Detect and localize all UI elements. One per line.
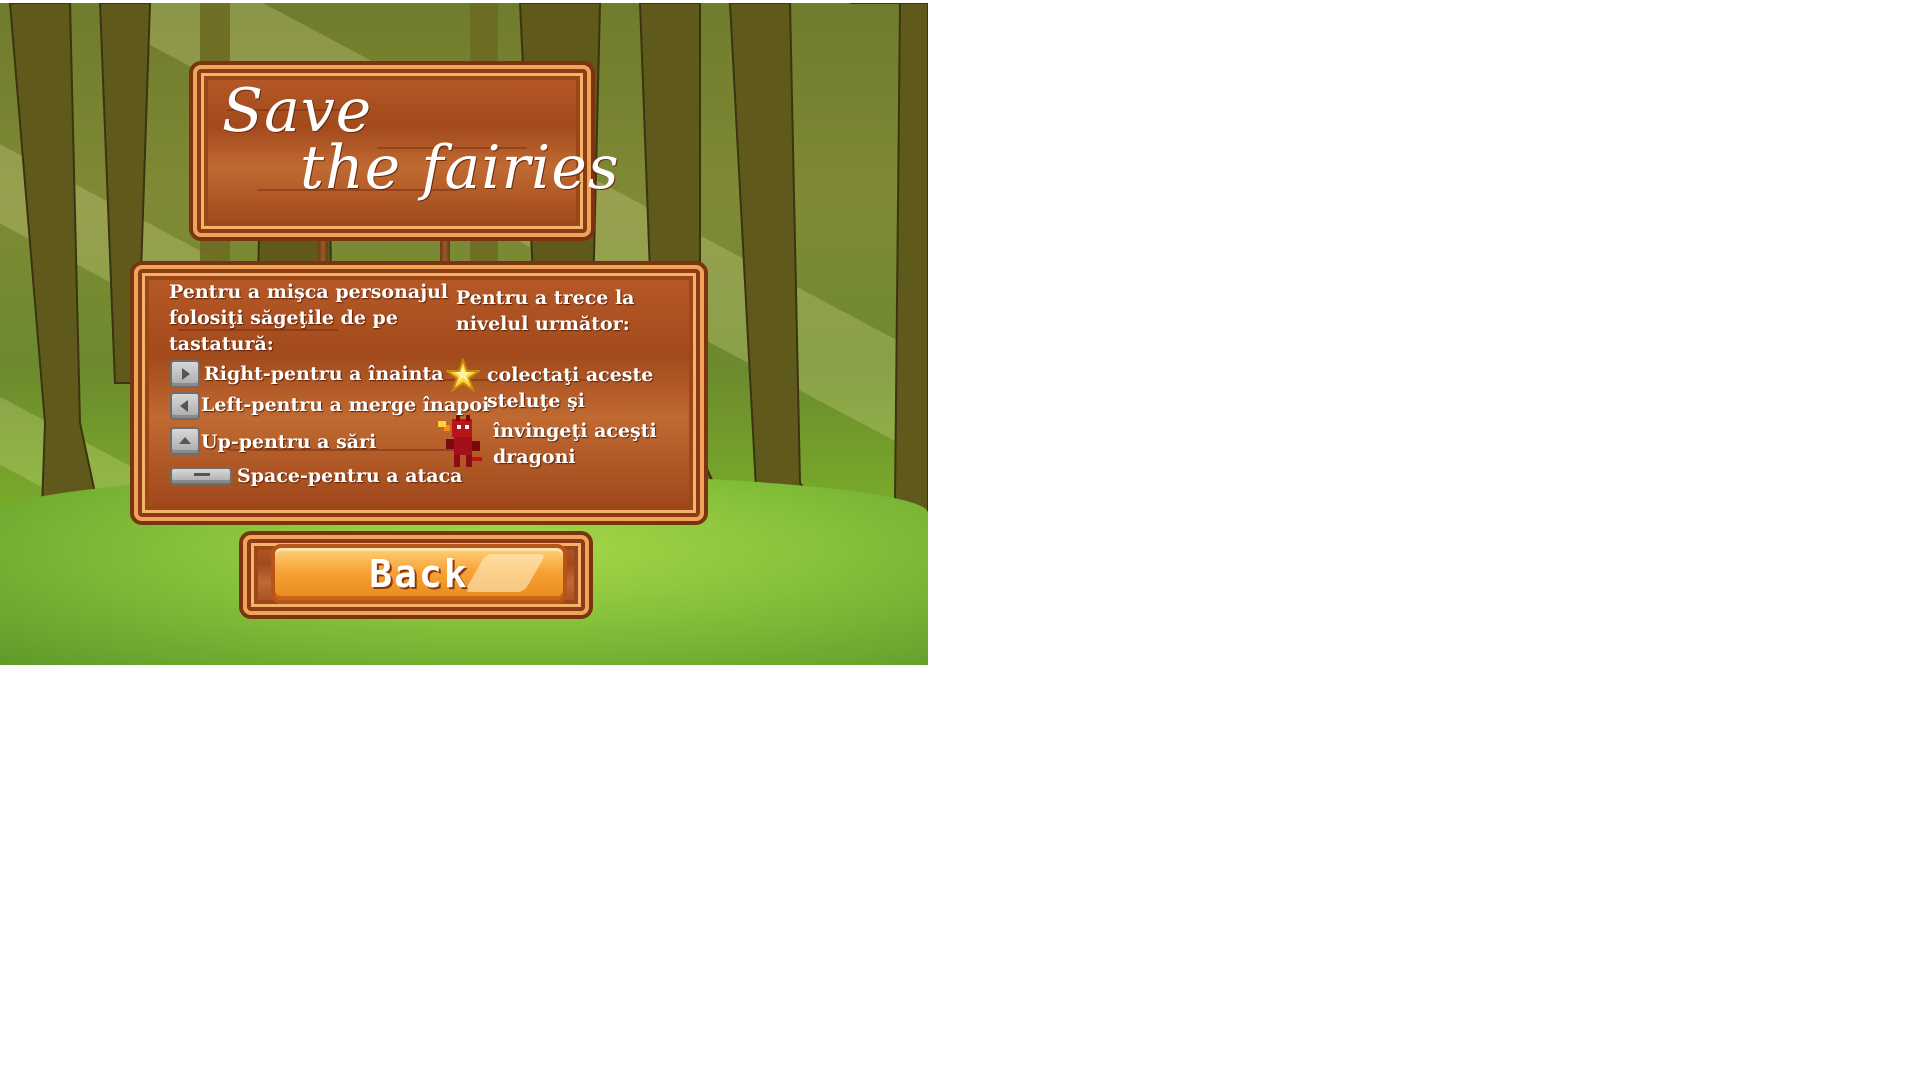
left-arrow-key-icon: [170, 392, 200, 420]
right-arrow-key-icon: [170, 360, 200, 388]
goal-dragon-line2: dragoni: [493, 446, 576, 468]
move-heading-line3: tastatură:: [169, 333, 274, 355]
back-button[interactable]: Back: [271, 544, 567, 604]
dragon-icon: [438, 415, 482, 467]
game-title-line1: Save: [222, 76, 373, 146]
game-screen: Save the fairies Pentru a mişca personaj…: [0, 3, 928, 665]
star-icon: [446, 358, 480, 392]
control-right: Right-pentru a înainta: [204, 363, 444, 385]
move-heading-line2: folosiţi săgeţile de pe: [169, 307, 398, 329]
goal-dragon-line1: învingeţi aceşti: [493, 420, 657, 442]
goal-star-line2: steluţe şi: [487, 390, 585, 412]
level-heading-line1: Pentru a trece la: [456, 287, 635, 309]
spacebar-key-icon: [170, 467, 232, 485]
move-heading-line1: Pentru a mişca personajul: [169, 281, 449, 303]
goal-star-line1: colectaţi aceste: [487, 364, 654, 386]
control-space: Space-pentru a ataca: [237, 465, 463, 487]
up-arrow-key-icon: [170, 427, 200, 455]
level-heading-line2: nivelul următor:: [456, 313, 630, 335]
control-up: Up-pentru a sări: [201, 431, 377, 453]
back-button-label: Back: [369, 552, 469, 596]
game-title-line2: the fairies: [300, 133, 620, 203]
